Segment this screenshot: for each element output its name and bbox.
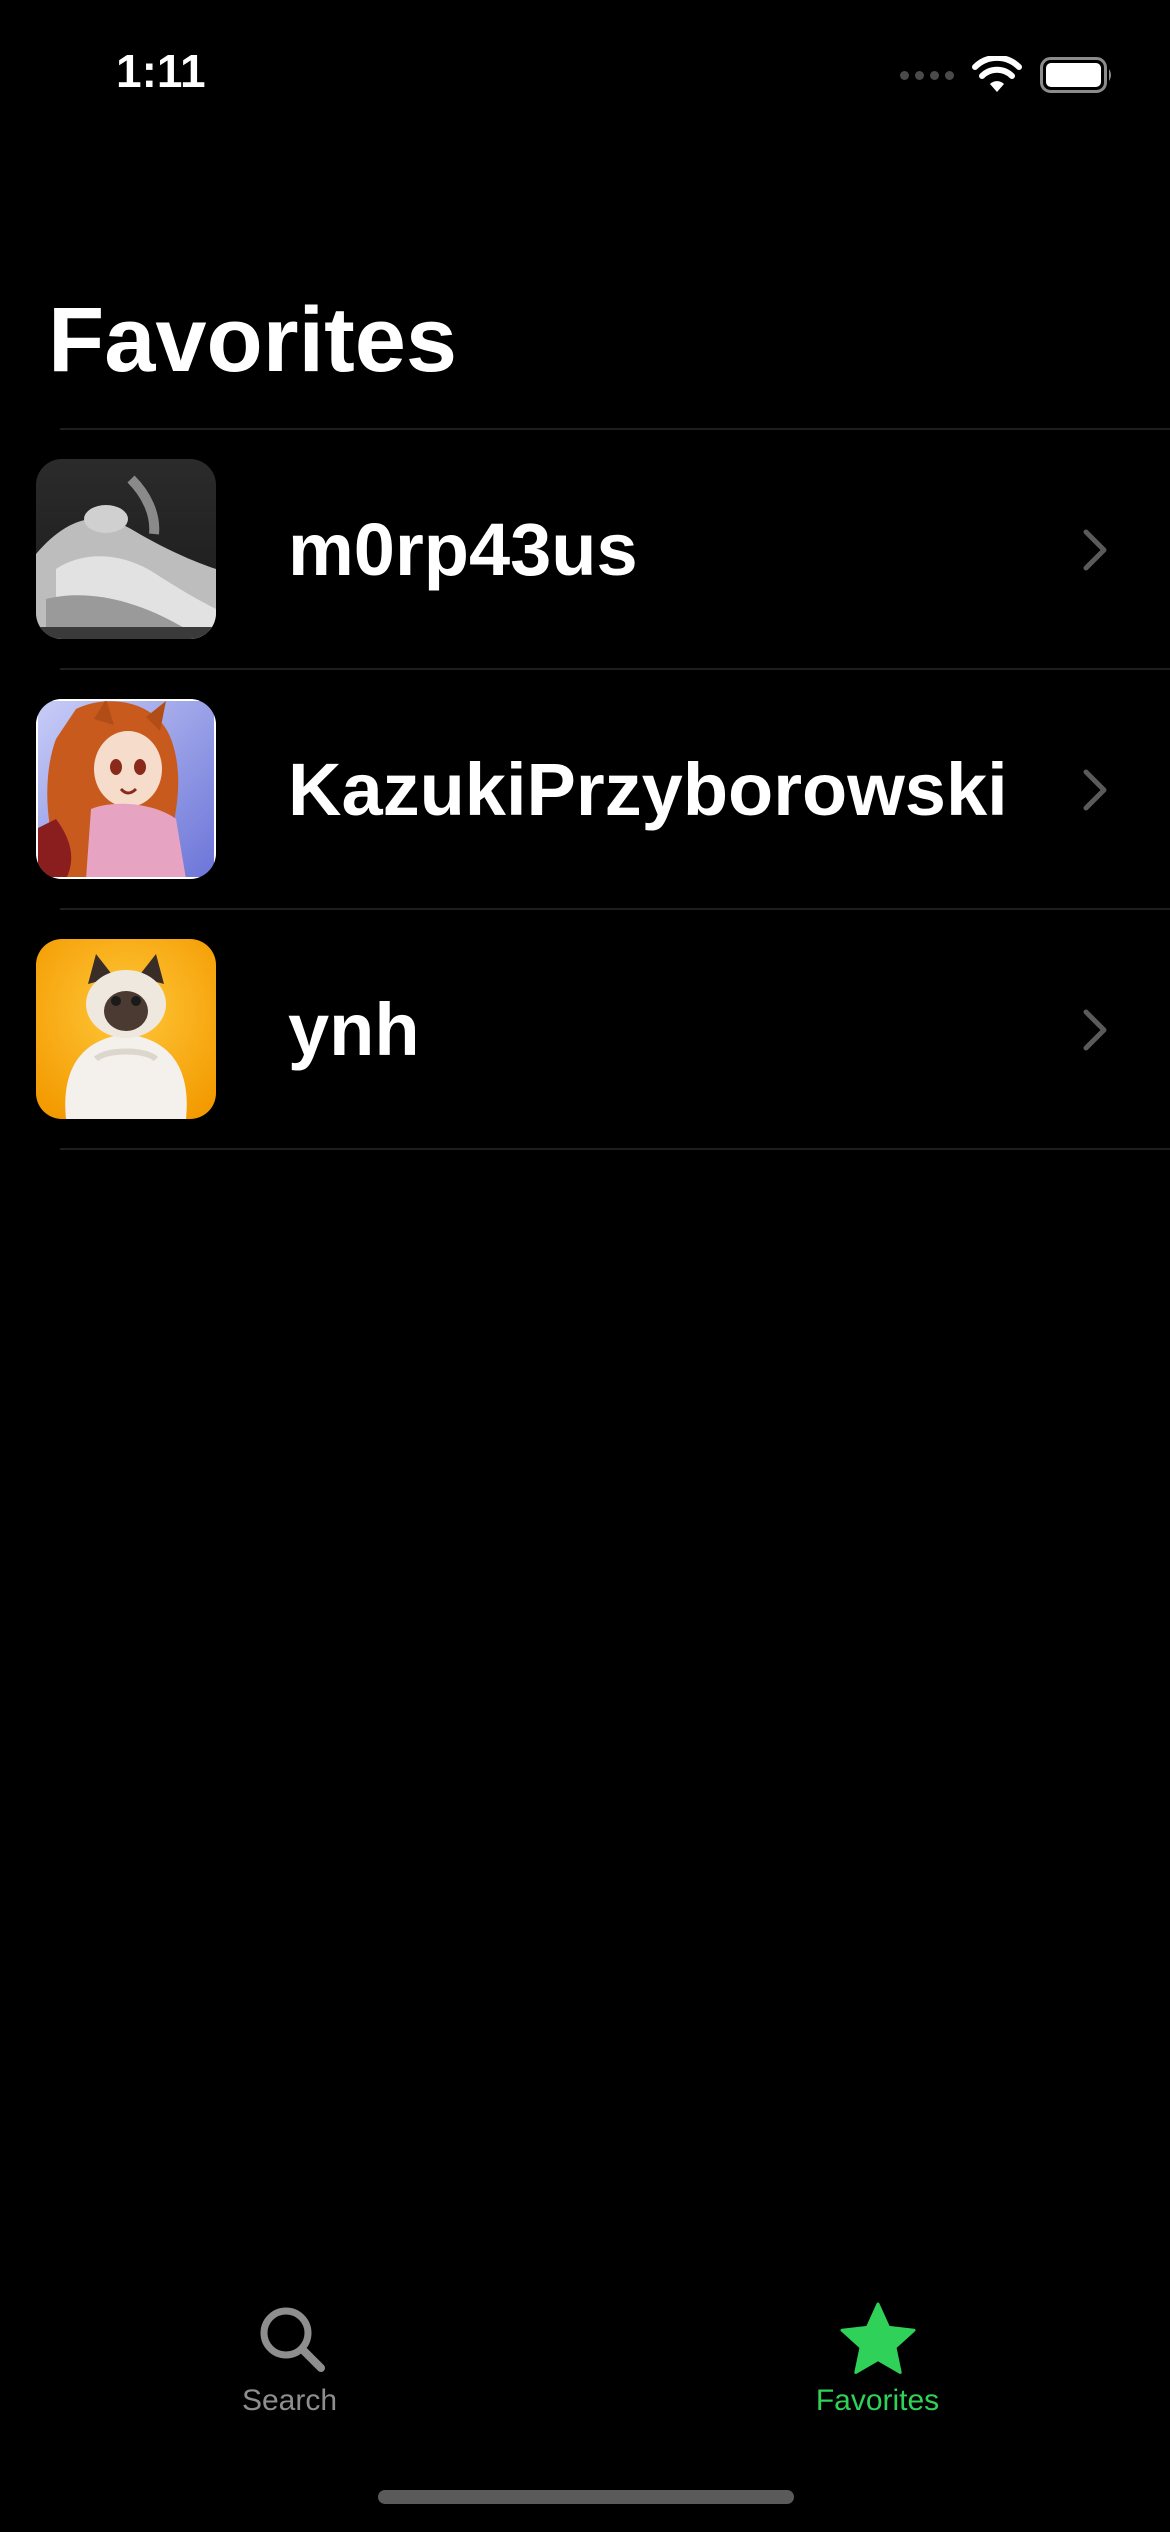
list-item-favorite[interactable]: KazukiPrzyborowski	[0, 670, 1170, 910]
avatar	[36, 459, 216, 639]
battery-icon	[1040, 57, 1111, 93]
favorite-name: m0rp43us	[288, 508, 638, 591]
list-item-favorite[interactable]: m0rp43us	[0, 430, 1170, 670]
avatar	[36, 939, 216, 1119]
tab-search[interactable]: Search	[0, 2280, 585, 2440]
tab-favorites-label: Favorites	[815, 2384, 940, 2417]
status-time: 1:11	[116, 45, 206, 97]
avatar	[36, 699, 216, 879]
star-icon	[840, 2302, 915, 2374]
list-item-favorite[interactable]: ynh	[0, 910, 1170, 1150]
row-divider	[60, 1148, 1170, 1150]
status-icons	[900, 56, 1114, 94]
home-indicator[interactable]	[378, 2490, 794, 2504]
search-icon	[260, 2307, 325, 2372]
favorites-list: m0rp43us KazukiPrzyborowski ynh	[0, 430, 1170, 1150]
favorite-name: KazukiPrzyborowski	[288, 748, 1008, 831]
signal-dots-icon	[900, 70, 954, 80]
tab-search-label: Search	[241, 2384, 338, 2417]
chevron-right-icon	[1083, 1009, 1107, 1051]
status-bar: 1:11	[0, 0, 1170, 150]
favorite-name: ynh	[288, 988, 420, 1071]
chevron-right-icon	[1083, 529, 1107, 571]
tab-bar: Search Favorites	[0, 2280, 1170, 2470]
chevron-right-icon	[1083, 769, 1107, 811]
page-title: Favorites	[48, 289, 458, 391]
wifi-icon	[972, 56, 1022, 92]
tab-favorites[interactable]: Favorites	[585, 2280, 1170, 2440]
